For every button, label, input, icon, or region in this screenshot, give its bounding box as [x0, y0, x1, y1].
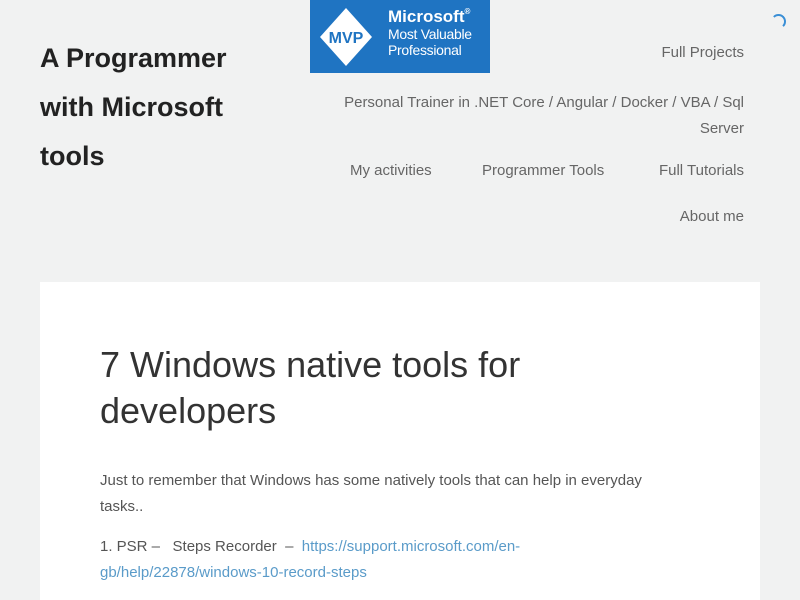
nav-about-me[interactable]: About me	[680, 208, 744, 225]
mvp-badge-text: Microsoft® Most Valuable Professional	[388, 7, 472, 58]
svg-text:MVP: MVP	[329, 30, 364, 47]
post-intro: Just to remember that Windows has some n…	[100, 472, 642, 515]
mvp-diamond-logo: MVP	[320, 8, 372, 66]
mvp-badge[interactable]: MVP Microsoft® Most Valuable Professiona…	[310, 0, 490, 73]
mvp-line-1: Most Valuable	[388, 26, 472, 42]
post-item-label: 1. PSR – Steps Recorder –	[100, 538, 302, 555]
nav-full-projects[interactable]: Full Projects	[661, 44, 744, 61]
post-list-item: 1. PSR – Steps Recorder – https://suppor…	[100, 534, 560, 586]
nav-my-activities[interactable]: My activities	[350, 162, 432, 179]
site-title[interactable]: A Programmer with Microsoft tools	[40, 34, 270, 181]
nav-personal-trainer[interactable]: Personal Trainer in .NET Core / Angular …	[344, 94, 744, 137]
nav-programmer-tools[interactable]: Programmer Tools	[482, 162, 604, 179]
mvp-brand: Microsoft®	[388, 7, 471, 26]
post-content: 7 Windows native tools for developers Ju…	[40, 282, 760, 600]
mvp-line-2: Professional	[388, 42, 462, 58]
loading-spinner-icon	[771, 14, 786, 29]
nav-full-tutorials[interactable]: Full Tutorials	[659, 162, 744, 179]
post-title: 7 Windows native tools for developers	[100, 344, 521, 431]
